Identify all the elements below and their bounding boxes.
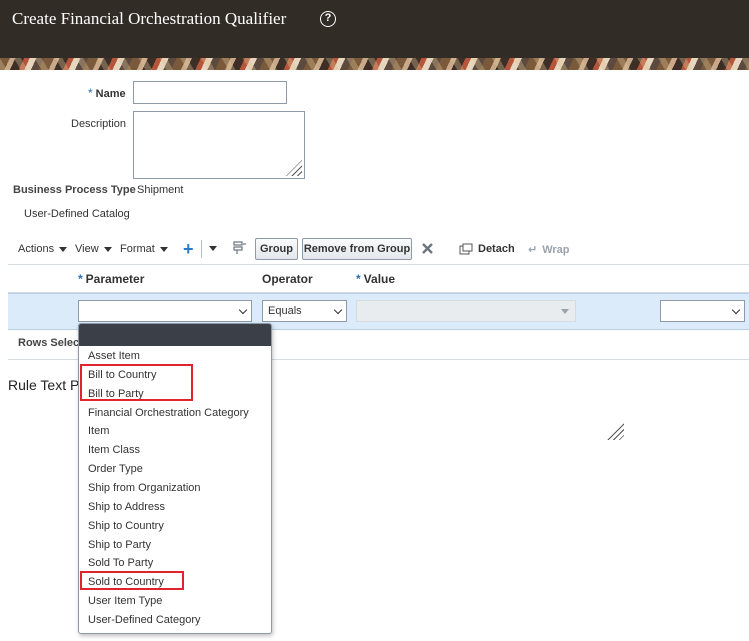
wrap-icon: ↵ <box>528 244 538 256</box>
user-defined-catalog-label: User-Defined Catalog <box>24 208 130 220</box>
highlight-box-bill-to <box>80 364 193 401</box>
list-item[interactable]: Sold To Party <box>88 557 153 569</box>
business-process-type-label: Business Process Type <box>13 184 136 196</box>
chevron-down-icon <box>561 309 569 314</box>
query-by-example-icon[interactable] <box>233 241 247 255</box>
parameter-select[interactable] <box>78 300 252 322</box>
required-indicator: * <box>88 86 93 100</box>
wrap-button[interactable]: ↵ Wrap <box>528 243 570 257</box>
list-item[interactable]: Item <box>88 425 109 437</box>
detach-icon <box>459 243 473 255</box>
list-item[interactable]: Order Type <box>88 463 143 475</box>
list-item[interactable]: Financial Orchestration Category <box>88 407 249 419</box>
resize-handle-icon[interactable] <box>605 421 624 440</box>
list-item[interactable]: Ship to Address <box>88 501 165 513</box>
list-item[interactable]: Asset Item <box>88 350 140 362</box>
chevron-down-icon <box>209 246 217 251</box>
chevron-down-icon <box>59 246 68 252</box>
column-header-operator[interactable]: Operator <box>262 272 313 286</box>
value-select[interactable] <box>356 300 576 322</box>
actions-menu[interactable]: Actions <box>18 243 68 255</box>
list-item[interactable]: User Item Type <box>88 595 162 607</box>
column-header-parameter[interactable]: * Parameter <box>78 272 144 286</box>
add-row-icon[interactable]: + <box>183 240 194 258</box>
highlight-box-sold-to-country <box>80 571 184 590</box>
resize-handle-icon[interactable] <box>286 160 302 176</box>
chevron-down-icon <box>731 305 741 315</box>
page-header: Create Financial Orchestration Qualifier… <box>0 0 749 58</box>
name-label: * Name <box>88 86 126 100</box>
description-textarea[interactable] <box>133 111 305 179</box>
rule-text-label: Rule Text P <box>8 377 80 393</box>
business-process-type-value: Shipment <box>137 184 184 196</box>
chevron-down-icon <box>159 246 168 252</box>
add-menu-dropdown[interactable] <box>204 246 217 251</box>
toolbar-separator <box>201 240 202 258</box>
list-item[interactable]: Ship from Organization <box>88 482 201 494</box>
detach-button[interactable]: Detach <box>459 243 515 255</box>
table-top-border <box>8 264 749 265</box>
list-item[interactable]: Item Class <box>88 444 140 456</box>
help-icon[interactable]: ? <box>320 11 336 27</box>
list-item[interactable]: Ship to Party <box>88 539 151 551</box>
list-item[interactable]: Ship to Country <box>88 520 164 532</box>
chevron-down-icon <box>103 246 112 252</box>
column-header-value[interactable]: * Value <box>356 272 395 286</box>
list-item[interactable]: User-Defined Category <box>88 614 201 626</box>
chevron-down-icon <box>238 305 248 315</box>
group-button[interactable]: Group <box>255 238 298 260</box>
view-menu[interactable]: View <box>75 243 112 255</box>
description-label: Description <box>71 118 127 130</box>
dropdown-header <box>79 324 271 346</box>
decorative-banner <box>0 58 749 70</box>
name-input[interactable] <box>133 81 287 104</box>
page-title: Create Financial Orchestration Qualifier <box>12 9 287 28</box>
remove-from-group-button[interactable]: Remove from Group <box>302 238 412 260</box>
operator-select[interactable]: Equals <box>262 300 347 322</box>
format-menu[interactable]: Format <box>120 243 168 255</box>
extra-select[interactable] <box>660 300 745 322</box>
delete-icon[interactable] <box>421 242 434 255</box>
chevron-down-icon <box>333 305 343 315</box>
